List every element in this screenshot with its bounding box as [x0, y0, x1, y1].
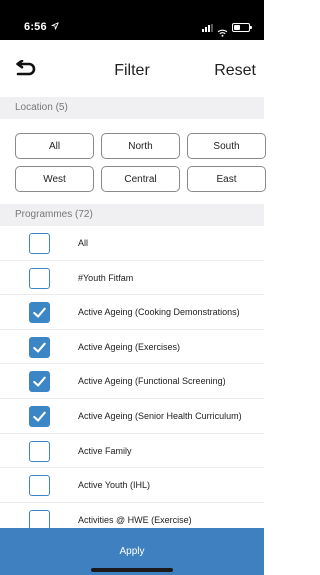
programme-checkbox[interactable] — [29, 233, 50, 254]
programmes-header-text: Programmes (72) — [15, 209, 93, 220]
checkmark-icon — [33, 377, 46, 387]
programme-label: Active Ageing (Exercises) — [78, 341, 181, 352]
battery-icon — [232, 23, 252, 32]
programme-row[interactable]: All — [0, 226, 264, 261]
clock-text: 6:56 — [24, 21, 47, 33]
programme-row[interactable]: Active Ageing (Exercises) — [0, 330, 264, 365]
programme-label: Active Family — [78, 445, 132, 456]
checkmark-icon — [33, 342, 46, 353]
back-arrow-icon — [16, 59, 36, 76]
programme-label: Activities @ HWE (Exercise) — [78, 514, 192, 525]
programme-checkbox[interactable] — [29, 406, 50, 427]
reset-button[interactable]: Reset — [214, 62, 256, 80]
location-option-central[interactable]: Central — [101, 166, 180, 192]
navigation-bar: Filter Reset — [0, 40, 264, 97]
programme-label: All — [78, 238, 89, 248]
programme-label: Active Ageing (Cooking Demonstrations) — [78, 307, 240, 318]
location-option-south[interactable]: South — [187, 133, 266, 159]
location-option-west[interactable]: West — [15, 166, 94, 192]
programme-row[interactable]: Active Family — [0, 434, 264, 469]
programme-label: #Youth Fitfam — [78, 272, 134, 283]
programme-checkbox[interactable] — [29, 336, 50, 358]
location-arrow-icon — [51, 21, 59, 30]
location-option-all[interactable]: All — [15, 133, 94, 159]
programme-checkbox[interactable] — [29, 475, 50, 497]
status-time: 6:56 — [24, 21, 59, 33]
status-bar: 6:56 — [0, 0, 264, 40]
programmes-list[interactable]: All #Youth Fitfam Active Ageing (Cooking… — [0, 226, 264, 528]
programme-checkbox[interactable] — [29, 440, 50, 462]
programme-label: Active Youth (IHL) — [78, 480, 151, 491]
back-button[interactable] — [14, 59, 36, 78]
checkmark-icon — [33, 411, 46, 422]
location-section-header: Location (5) — [0, 97, 264, 119]
signal-icon — [202, 24, 213, 32]
status-icons — [202, 22, 252, 37]
apply-button-label: Apply — [119, 546, 145, 557]
programme-checkbox[interactable] — [29, 509, 50, 528]
programme-row[interactable]: Active Ageing (Functional Screening) — [0, 364, 264, 399]
programme-label: Active Ageing (Senior Health Curriculum) — [78, 411, 242, 421]
home-indicator — [91, 568, 173, 572]
programme-checkbox[interactable] — [29, 371, 50, 393]
programme-row[interactable]: #Youth Fitfam — [0, 261, 264, 296]
location-header-text: Location (5) — [15, 102, 68, 113]
programme-checkbox[interactable] — [29, 267, 50, 289]
programme-row[interactable]: Active Ageing (Senior Health Curriculum) — [0, 399, 264, 434]
programme-checkbox[interactable] — [29, 302, 50, 324]
location-option-east[interactable]: East — [187, 166, 266, 192]
programme-row[interactable]: Active Youth (IHL) — [0, 468, 264, 503]
programme-row[interactable]: Active Ageing (Cooking Demonstrations) — [0, 295, 264, 330]
location-option-north[interactable]: North — [101, 133, 180, 159]
programme-row[interactable]: Activities @ HWE (Exercise) — [0, 503, 264, 528]
checkmark-icon — [33, 307, 46, 318]
programme-label: Active Ageing (Functional Screening) — [78, 376, 226, 387]
programmes-section-header: Programmes (72) — [0, 204, 264, 226]
wifi-icon — [217, 24, 228, 37]
